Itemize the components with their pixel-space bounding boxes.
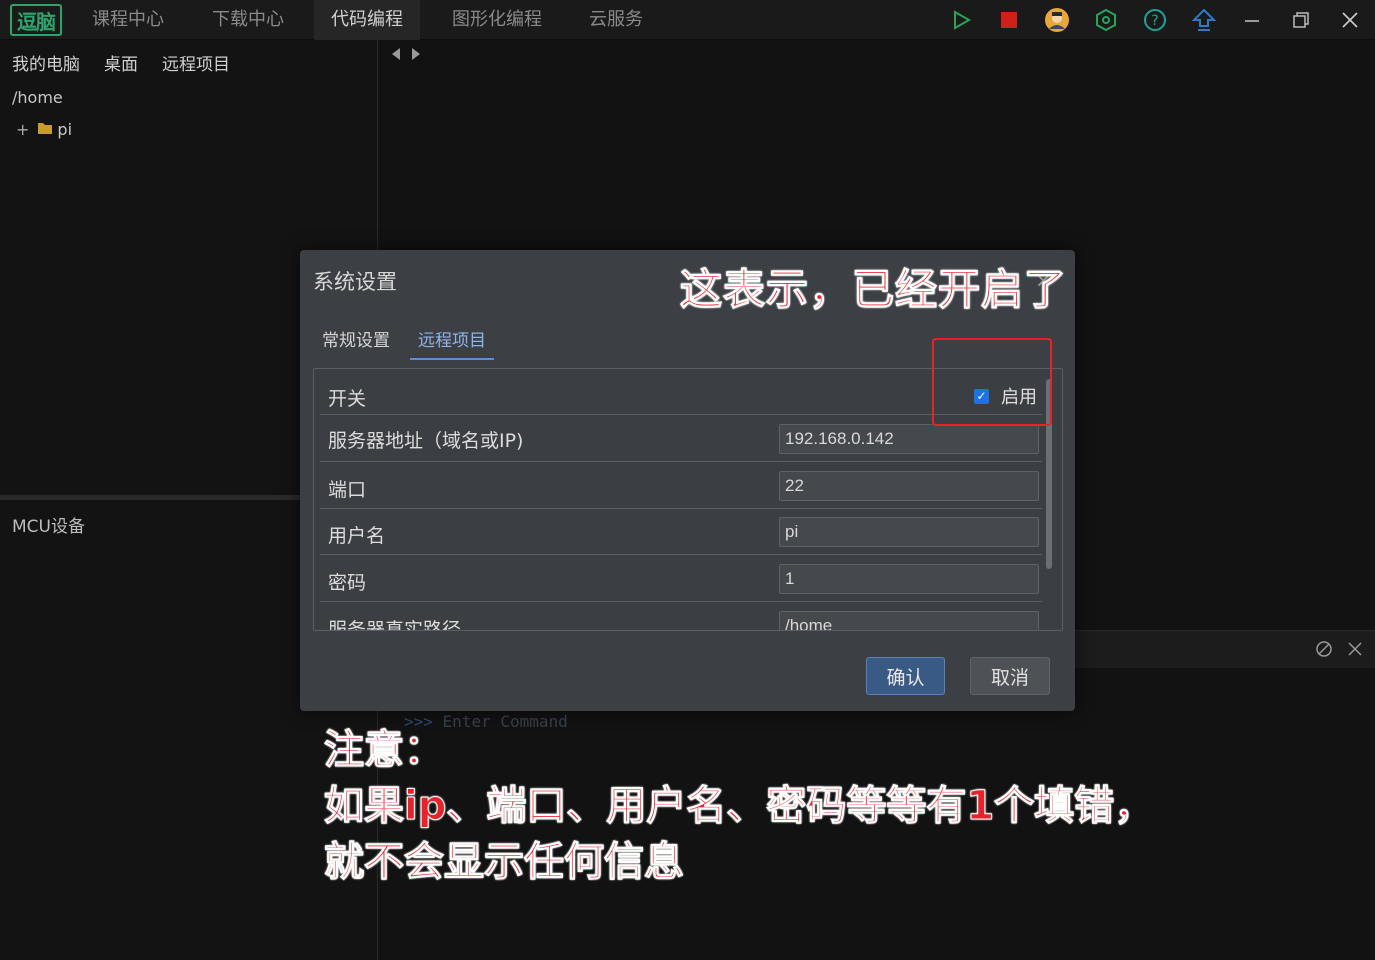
switch-label: 开关 (328, 388, 367, 410)
stop-icon[interactable] (995, 6, 1023, 34)
help-icon[interactable]: ? (1141, 6, 1169, 34)
minimize-icon[interactable] (1238, 6, 1266, 34)
confirm-button[interactable]: 确认 (866, 657, 945, 695)
server-path-input[interactable]: /home (779, 611, 1039, 630)
password-input[interactable]: 1 (779, 564, 1039, 594)
dialog-title: 系统设置 (313, 270, 397, 294)
tab-download-center[interactable]: 下载中心 (196, 0, 300, 40)
mcu-device-label: MCU设备 (12, 517, 85, 537)
server-address-input[interactable]: 192.168.0.142 (779, 424, 1039, 454)
tab-remote-project[interactable]: 远程项目 (162, 50, 230, 75)
arrow-left-icon[interactable] (390, 46, 402, 62)
tab-general-settings[interactable]: 常规设置 (322, 326, 390, 358)
annotation-highlight-box (932, 338, 1052, 426)
hexagon-settings-icon[interactable] (1092, 6, 1120, 34)
username-label: 用户名 (328, 525, 386, 547)
current-path: /home (12, 88, 63, 107)
svg-text:?: ? (1151, 13, 1158, 29)
system-settings-dialog: 系统设置 × 常规设置 远程项目 开关 ✓ 启用 服务器地址（域名或IP) 19… (300, 250, 1075, 711)
close-icon[interactable] (1336, 6, 1364, 34)
annotation-note-line-1: 注意： (323, 727, 444, 774)
avatar-icon[interactable] (1043, 6, 1071, 34)
annotation-note-line-2: 如果ip、端口、用户名、密码等等有1个填错， (323, 783, 1155, 830)
annotation-title: 这表示，已经开启了 (679, 265, 1068, 315)
password-label: 密码 (328, 572, 367, 594)
editor-nav-arrows (390, 46, 422, 62)
tab-desktop[interactable]: 桌面 (104, 50, 138, 75)
annotation-note: 注意： 如果ip、端口、用户名、密码等等有1个填错， 就不会显示任何信息 (323, 722, 1155, 890)
close-console-icon[interactable] (1346, 640, 1364, 662)
play-icon[interactable] (947, 6, 975, 34)
server-address-label: 服务器地址（域名或IP) (328, 430, 524, 452)
arrow-right-icon[interactable] (410, 46, 422, 62)
tab-code-programming[interactable]: 代码编程 (314, 0, 420, 40)
clear-console-icon[interactable] (1315, 640, 1333, 662)
server-path-row: 服务器真实路径 /home (320, 603, 1042, 631)
upload-icon[interactable] (1190, 6, 1218, 34)
restore-icon[interactable] (1287, 6, 1315, 34)
tree-folder-item[interactable]: + pi (16, 120, 72, 139)
app-logo: 逗脑 (10, 4, 62, 36)
port-row: 端口 22 (320, 463, 1042, 509)
tab-graphical-programming[interactable]: 图形化编程 (438, 0, 556, 40)
tab-course-center[interactable]: 课程中心 (80, 0, 176, 40)
password-row: 密码 1 (320, 556, 1042, 602)
console-toolbar (1075, 630, 1375, 668)
cancel-button[interactable]: 取消 (970, 657, 1050, 695)
top-bar: 逗脑 课程中心 下载中心 代码编程 图形化编程 云服务 ? (0, 0, 1375, 40)
username-input[interactable]: pi (779, 517, 1039, 547)
tab-remote-project-settings[interactable]: 远程项目 (410, 326, 494, 360)
port-label: 端口 (328, 479, 367, 501)
username-row: 用户名 pi (320, 509, 1042, 555)
location-tabs: 我的电脑 桌面 远程项目 (12, 50, 230, 75)
folder-name: pi (57, 120, 73, 139)
expand-toggle[interactable]: + (16, 120, 29, 139)
port-input[interactable]: 22 (779, 471, 1039, 501)
server-path-label: 服务器真实路径 (328, 619, 462, 631)
tab-cloud-service[interactable]: 云服务 (574, 0, 658, 40)
annotation-note-line-3: 就不会显示任何信息 (323, 839, 684, 886)
tab-my-computer[interactable]: 我的电脑 (12, 50, 80, 75)
folder-icon (37, 120, 53, 139)
